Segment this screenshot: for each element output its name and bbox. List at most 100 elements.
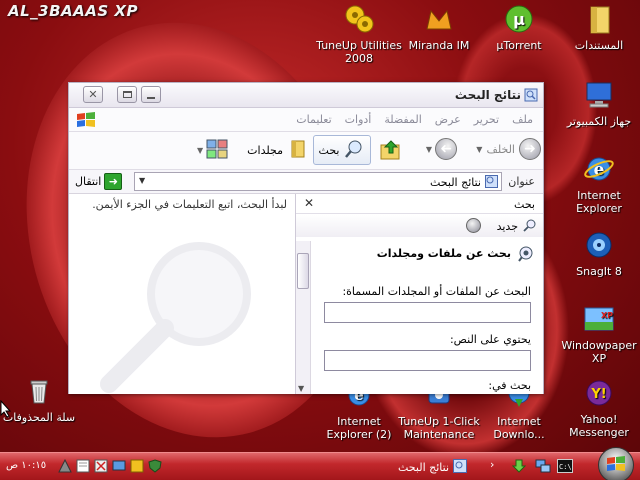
desktop-icon-computer[interactable]: جهاز الكمبيوتر	[554, 78, 640, 128]
menu-file[interactable]: ملف	[512, 113, 533, 126]
desktop-icon-label: جهاز الكمبيوتر	[566, 115, 632, 128]
new-search-button[interactable]: جديد	[497, 218, 537, 235]
quicklaunch-network-icon[interactable]	[535, 459, 551, 476]
go-label: انتقال	[75, 175, 102, 188]
menu-edit[interactable]: تحرير	[474, 113, 499, 126]
search-button[interactable]: بحث	[313, 135, 371, 165]
tray-document-icon[interactable]	[76, 459, 90, 476]
desktop-icon-documents[interactable]: المستندات	[554, 2, 640, 52]
desktop-icon-tuneup[interactable]: TuneUp Utilities 2008	[314, 2, 404, 65]
scrollbar-thumb[interactable]	[297, 253, 309, 289]
search-section-heading: بحث عن ملفات ومجلدات	[316, 243, 543, 267]
forward-button[interactable]: ▼ ➜	[426, 138, 457, 160]
desktop-brand-text: AL_3BAAAS XP	[8, 2, 138, 20]
file-name-input[interactable]	[324, 302, 531, 323]
search-label: بحث	[318, 143, 340, 157]
tray-network-icon[interactable]	[58, 458, 72, 476]
address-field[interactable]: ▼ نتائج البحث	[134, 172, 502, 191]
address-bar: عنوان ▼ نتائج البحث ➜ انتقال	[69, 170, 543, 194]
folder-icon	[287, 139, 307, 162]
search-window-icon	[524, 88, 538, 102]
search-results-window[interactable]: ✕ نتائج البحث ملف تحرير عرض المفضلة أدوا…	[68, 82, 544, 394]
tray-app-icon[interactable]	[130, 459, 144, 476]
views-grid-icon	[206, 139, 228, 162]
tray-security-icon[interactable]	[148, 459, 162, 476]
folder-icon	[582, 2, 616, 36]
search-section-title: بحث عن ملفات ومجلدات	[376, 247, 511, 260]
desktop-icon-label: Internet Explorer (2)	[326, 415, 392, 441]
window-title: نتائج البحث	[454, 88, 521, 102]
go-arrow-icon: ➜	[104, 173, 123, 190]
svg-text:C:\: C:\	[559, 463, 572, 471]
menu-tools[interactable]: أدوات	[345, 113, 372, 126]
results-pane: لبدأ البحث، اتبع التعليمات في الجزء الأي…	[69, 194, 295, 394]
internet-explorer-icon: e	[582, 152, 616, 186]
windows-logo-icon	[606, 455, 626, 476]
views-button[interactable]: ▼	[197, 139, 228, 162]
wallpaper-icon: XP	[582, 302, 616, 336]
menu-view[interactable]: عرض	[435, 113, 461, 126]
magnifier-watermark-icon	[89, 224, 279, 394]
file-name-label: البحث عن الملفات أو المجلدات المسماة:	[342, 285, 531, 298]
svg-text:Y!: Y!	[590, 387, 606, 402]
desktop-icon-label: SnagIt 8	[576, 265, 622, 278]
folders-button[interactable]: مجلدات	[247, 139, 307, 162]
svg-text:µ: µ	[513, 10, 525, 29]
back-circle-icon[interactable]	[466, 218, 481, 233]
search-pane-scrollbar[interactable]: ▼	[296, 241, 311, 394]
contains-text-label: يحتوي على النص:	[449, 333, 531, 346]
snagit-icon	[582, 228, 616, 262]
desktop-icon-wallpaper[interactable]: XP Windowpaper XP	[554, 302, 640, 365]
search-pane-header: ✕ بحث	[296, 194, 543, 214]
desktop-icon-label: المستندات	[574, 39, 624, 52]
taskbar-task-label: نتائج البحث	[398, 461, 450, 474]
desktop-icon-label: سلة المحذوفات	[2, 411, 76, 424]
windows-logo-icon	[75, 110, 97, 130]
close-pane-icon[interactable]: ✕	[304, 196, 314, 210]
close-button[interactable]: ✕	[83, 86, 103, 103]
maximize-icon	[122, 91, 132, 98]
tray-flag-icon[interactable]	[94, 459, 108, 476]
address-value: نتائج البحث	[429, 176, 481, 189]
up-folder-button[interactable]	[379, 139, 403, 164]
chevron-down-icon: ▼	[139, 176, 146, 185]
maximize-button[interactable]	[117, 86, 137, 103]
desktop-icon-utorrent[interactable]: µ µTorrent	[474, 2, 564, 52]
chevron-down-icon: ▼	[425, 144, 432, 154]
menu-help[interactable]: تعليمات	[296, 113, 331, 126]
menu-favorites[interactable]: المفضلة	[384, 113, 421, 126]
desktop-icon-miranda[interactable]: Miranda IM	[394, 2, 484, 52]
mouse-cursor-icon	[0, 399, 12, 421]
search-window-icon	[453, 459, 468, 476]
desktop-icon-snagit[interactable]: SnagIt 8	[554, 228, 640, 278]
address-label: عنوان	[508, 175, 535, 188]
window-titlebar[interactable]: ✕ نتائج البحث	[69, 83, 543, 108]
minimize-button[interactable]	[141, 86, 161, 103]
minimize-icon	[147, 96, 155, 99]
clock[interactable]: ١٠:١٥ ص	[6, 460, 46, 471]
taskbar-task-search-results[interactable]: نتائج البحث	[398, 459, 468, 476]
search-companion-pane: ✕ بحث جديد ▼ بحث عن ملفات ومجلدات البحث …	[295, 194, 543, 394]
chevron-left-icon[interactable]: ›	[490, 458, 494, 471]
new-label: جديد	[496, 220, 518, 233]
quicklaunch-download-icon[interactable]	[511, 459, 527, 476]
tuneup-icon	[342, 2, 376, 36]
tray-monitor-icon[interactable]	[112, 459, 126, 476]
search-files-icon	[517, 245, 535, 266]
utorrent-icon: µ	[502, 2, 536, 36]
desktop-icon-label: Internet Explorer	[576, 189, 622, 215]
desktop-icon-label: Miranda IM	[408, 39, 470, 52]
quicklaunch-cmd-icon[interactable]: C:\	[557, 459, 573, 476]
start-button[interactable]	[598, 447, 634, 480]
results-message: لبدأ البحث، اتبع التعليمات في الجزء الأي…	[92, 198, 287, 211]
contains-text-input[interactable]	[324, 350, 531, 371]
folder-up-icon	[379, 140, 403, 164]
forward-arrow-icon: ➜	[435, 138, 457, 160]
scroll-down-icon[interactable]: ▼	[298, 384, 304, 393]
desktop-icon-ie[interactable]: e Internet Explorer	[554, 152, 640, 215]
go-button[interactable]: ➜ انتقال	[75, 173, 123, 190]
desktop-icon-yahoo[interactable]: Y! Yahoo! Messenger	[554, 376, 640, 439]
menu-bar: ملف تحرير عرض المفضلة أدوات تعليمات	[69, 108, 543, 132]
back-button[interactable]: ➜ الخلف ▼	[476, 138, 541, 160]
search-pane-navbar: جديد	[296, 215, 543, 237]
